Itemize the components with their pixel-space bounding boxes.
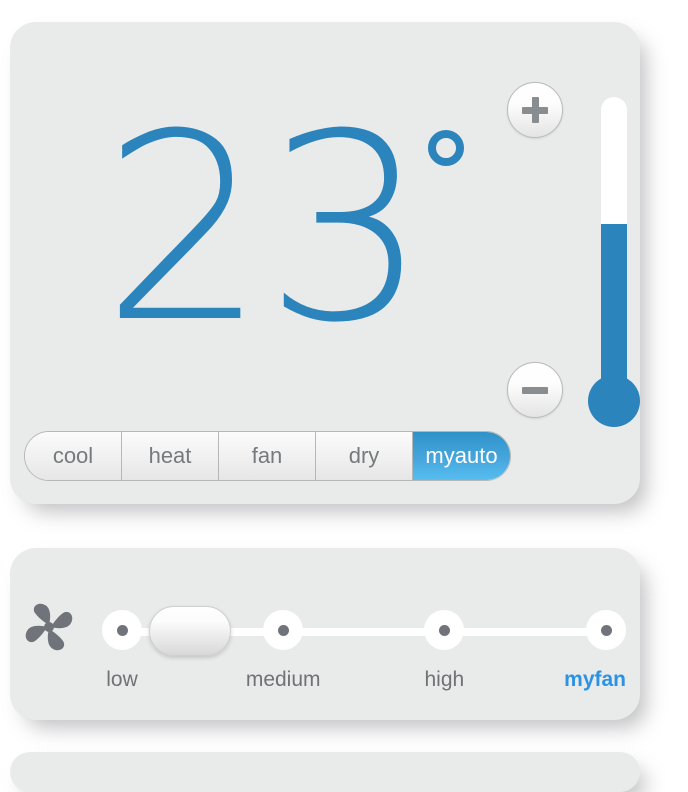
fan-label-myfan: myfan <box>564 668 626 691</box>
mode-option-dry[interactable]: dry <box>316 432 413 480</box>
fan-blades-icon <box>18 596 80 658</box>
thermometer-icon[interactable] <box>585 97 643 472</box>
fan-stop-myfan[interactable] <box>586 610 626 650</box>
mode-option-label: cool <box>52 443 94 468</box>
fan-stop-high[interactable] <box>424 610 465 650</box>
mode-option-fan[interactable]: fan <box>219 432 316 480</box>
mode-option-label: myauto <box>425 443 498 468</box>
thermometer-tube <box>601 97 627 407</box>
thermometer-bulb <box>588 375 640 427</box>
next-card-peek <box>10 752 640 792</box>
mode-option-cool[interactable]: cool <box>25 432 122 480</box>
plus-icon-vertical <box>531 97 539 123</box>
fan-speed-labels: low medium high myfan <box>104 668 626 698</box>
fan-stop-low[interactable] <box>102 610 142 650</box>
fan-label-high: high <box>424 668 465 691</box>
fan-label-medium: medium <box>245 668 321 691</box>
fan-stop-dot <box>600 624 612 636</box>
temperature-card: 23 cool heat fan dry myauto <box>10 22 640 504</box>
mode-option-label: dry <box>348 443 380 468</box>
increase-temperature-button[interactable] <box>507 82 563 138</box>
mode-option-myauto[interactable]: myauto <box>413 432 510 480</box>
mode-selector[interactable]: cool heat fan dry myauto <box>24 431 511 481</box>
temperature-readout: 23 <box>102 100 465 358</box>
fan-stop-dot <box>116 624 128 636</box>
fan-stop-dot <box>277 624 289 636</box>
mode-option-label: fan <box>251 443 283 468</box>
degree-symbol-icon <box>428 130 465 166</box>
fan-label-low: low <box>106 668 138 691</box>
mode-option-heat[interactable]: heat <box>122 432 219 480</box>
temperature-value: 23 <box>102 79 428 379</box>
fan-speed-slider[interactable] <box>102 606 626 656</box>
fan-slider-handle[interactable] <box>148 606 231 656</box>
decrease-temperature-button[interactable] <box>507 362 563 418</box>
fan-stop-dot <box>438 624 450 636</box>
fan-stop-medium[interactable] <box>263 610 304 650</box>
mode-option-label: heat <box>148 443 192 468</box>
minus-icon <box>522 386 548 394</box>
